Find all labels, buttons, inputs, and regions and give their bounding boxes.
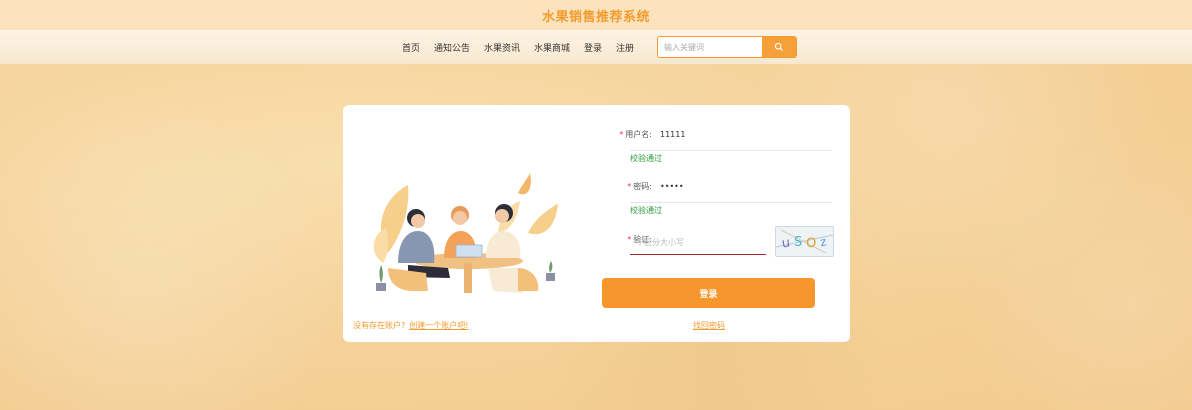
username-underline <box>630 150 832 151</box>
password-label: * 密码: <box>627 182 652 191</box>
svg-text:u: u <box>781 235 791 251</box>
svg-text:O: O <box>805 236 817 252</box>
captcha-input[interactable] <box>630 230 766 255</box>
password-underline <box>630 202 832 203</box>
username-status: 校验通过 <box>630 154 662 163</box>
nav-notices[interactable]: 通知公告 <box>434 41 470 54</box>
search-button[interactable] <box>762 37 797 57</box>
login-button[interactable]: 登录 <box>602 278 815 308</box>
nav-bar: 首页 通知公告 水果资讯 水果商城 登录 注册 <box>0 30 1192 64</box>
username-label: * 用户名: <box>619 130 652 139</box>
forgot-password-link[interactable]: 找回密码 <box>693 320 725 331</box>
nav-shop[interactable]: 水果商城 <box>534 41 570 54</box>
register-prompt: 没有存在账户? 创建一个账户吧! <box>353 320 468 331</box>
nav-login[interactable]: 登录 <box>584 41 602 54</box>
search-input[interactable] <box>658 38 763 56</box>
create-account-link[interactable]: 创建一个账户吧! <box>409 321 468 330</box>
search-box <box>657 36 798 58</box>
no-account-text: 没有存在账户? <box>353 321 406 330</box>
nav-home[interactable]: 首页 <box>402 41 420 54</box>
search-icon <box>774 42 783 51</box>
people-meeting-illustration <box>373 173 558 293</box>
password-status: 校验通过 <box>630 206 662 215</box>
site-header: 水果销售推荐系统 <box>0 0 1192 30</box>
nav-news[interactable]: 水果资讯 <box>484 41 520 54</box>
username-input[interactable]: 11111 <box>660 130 685 139</box>
login-card: *用户名: 11111 校验通过 *密码: ••••• 校验通过 *验证: u … <box>343 105 850 342</box>
password-input[interactable]: ••••• <box>660 182 684 191</box>
captcha-graphic: u S O z <box>776 229 833 254</box>
nav-register[interactable]: 注册 <box>616 41 634 54</box>
captcha-image[interactable]: u S O z <box>775 226 834 257</box>
username-row: * 用户名: 11111 <box>600 129 685 140</box>
site-title: 水果销售推荐系统 <box>541 9 650 25</box>
password-row: * 密码: ••••• <box>600 181 684 192</box>
svg-text:S: S <box>794 235 802 250</box>
